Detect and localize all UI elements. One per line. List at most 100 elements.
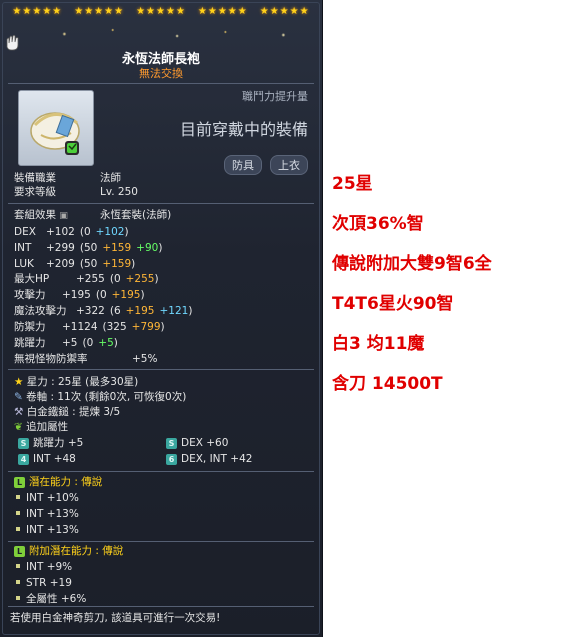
scroll-value: 11次 (剩餘0次, 可恢復0次) <box>57 391 187 403</box>
stat-close: ) <box>131 257 136 270</box>
combat-power-label: 職鬥力提升量 <box>242 90 308 103</box>
set-effect-label-text: 套組效果 <box>14 209 56 221</box>
extra-stat: 4 INT +48 <box>18 453 76 466</box>
stat-close: ) <box>124 226 129 238</box>
bullet-icon <box>16 511 20 515</box>
stat-base: (50 <box>79 241 98 254</box>
flame-tier-icon: S <box>18 437 29 449</box>
stat-total: +299 <box>46 241 75 254</box>
stat-label: DEX <box>14 226 36 238</box>
star-group: ★★★★★ <box>12 6 63 17</box>
stat-label: 最大HP <box>14 273 50 286</box>
stat-close: ) <box>160 320 165 333</box>
stat-total: +102 <box>46 226 75 238</box>
note-line: 次頂36%智 <box>332 214 424 234</box>
star-icon: ★ <box>14 376 24 388</box>
scroll-row: ✎ 卷軸 : 11次 (剩餘0次, 可恢復0次) <box>14 391 187 403</box>
potential-line-text: INT +10% <box>26 492 79 504</box>
note-line: 25星 <box>332 174 373 194</box>
divider <box>8 606 314 607</box>
bonus-potential-line: INT +9% <box>14 561 72 574</box>
footer-note: 若使用白金神奇剪刀, 該道具可進行一次交易! <box>10 612 221 624</box>
stat-base: (0 <box>109 273 121 286</box>
divider <box>8 369 314 370</box>
stat-close: ) <box>154 273 159 286</box>
stat-bonus: +159 <box>102 257 132 270</box>
stat-base: (6 <box>109 305 121 317</box>
item-image <box>18 90 94 166</box>
stat-label: LUK <box>14 257 34 270</box>
star-group: ★★★★★ <box>136 6 186 17</box>
hammer-value: 提煉 3/5 <box>78 406 121 418</box>
stat-label: 防禦力 <box>14 320 46 333</box>
stat-close: ) <box>140 289 145 302</box>
stat-row: INT +299 (50 +159 +90) <box>14 242 162 255</box>
stat-bonus: +5 <box>98 336 114 349</box>
stat-bonus: +799 <box>131 320 161 333</box>
hammer-row: ⚒ 白金鐵鎚 : 提煉 3/5 <box>14 406 121 418</box>
scroll-label: 卷軸 <box>26 391 48 403</box>
star-group: ★★★★★ <box>259 6 310 17</box>
extra-stat: S 跳躍力 +5 <box>18 437 83 450</box>
note-line: T4T6星火90智 <box>332 294 454 314</box>
equipped-status: 目前穿戴中的裝備 <box>179 120 308 139</box>
stat-base: (50 <box>79 257 98 270</box>
stat-row: 攻擊力 +195 (0 +195) <box>14 289 145 302</box>
job-value: 法師 <box>100 172 121 184</box>
extra-stat: S DEX +60 <box>166 437 228 450</box>
trade-status: 無法交換 <box>139 67 183 80</box>
bonus-potential-line-text: INT +9% <box>26 561 73 573</box>
tag-armor: 防具 <box>224 155 262 175</box>
stat-bonus: +195 <box>111 289 141 302</box>
bonus-potential-line-text: STR +19 <box>26 577 72 589</box>
divider <box>8 541 314 542</box>
stat-close: ) <box>158 241 163 254</box>
potential-label: 潛在能力 : 傳說 <box>29 476 103 488</box>
stat-base: (325 <box>102 320 127 333</box>
bonus-potential-label: 附加潛在能力 : 傳說 <box>29 545 124 557</box>
stat-total: +195 <box>62 289 91 302</box>
stat-label: 魔法攻擊力 <box>14 305 67 317</box>
star-group: ★★★★★ <box>197 6 248 17</box>
ignore-def-value: +5% <box>132 353 158 365</box>
job-row: 裝備職業 法師 <box>14 172 121 185</box>
stat-row: 最大HP +255 (0 +255) <box>14 273 159 286</box>
legendary-grade-icon: L <box>14 545 25 557</box>
bonus-potential-line: 全屬性 +6% <box>14 593 86 606</box>
hammer-icon: ⚒ <box>14 406 24 418</box>
stat-total: +255 <box>76 273 105 286</box>
bullet-icon <box>16 580 20 584</box>
stat-label: 攻擊力 <box>14 289 46 302</box>
stat-row: 魔法攻擊力 +322 (6 +195 +121) <box>14 305 192 318</box>
potential-line-text: INT +13% <box>26 524 79 536</box>
stat-label: INT <box>14 241 32 254</box>
stat-label: 跳躍力 <box>14 336 46 349</box>
divider <box>8 83 314 84</box>
stat-close: ) <box>188 305 193 317</box>
bullet-icon <box>16 495 20 499</box>
scroll-icon: ✎ <box>14 391 23 403</box>
hammer-label: 白金鐵鎚 <box>26 406 69 418</box>
star-force-row: ★ 星力 : 25星 (最多30星) <box>14 376 139 388</box>
bonus-potential-line-text: 全屬性 +6% <box>26 593 87 605</box>
stat-row: 跳躍力 +5 (0 +5) <box>14 337 118 350</box>
star-force-display: ★★★★★ ★★★★★ ★★★★★ ★★★★★ ★★★★★ <box>0 6 322 17</box>
flame-tier-icon: 4 <box>18 453 29 465</box>
stat-total: +1124 <box>62 320 98 333</box>
bonus-potential-line: STR +19 <box>14 577 72 590</box>
star-group: ★★★★★ <box>74 6 125 17</box>
potential-line: INT +10% <box>14 492 79 505</box>
bonus-potential-header: L 附加潛在能力 : 傳說 <box>14 545 123 558</box>
annotation-notes: 25星 次頂36%智 傳說附加大雙9智6全 T4T6星火90智 白3 均11魔 … <box>332 172 492 412</box>
flame-tier-icon: 6 <box>166 453 177 465</box>
extra-stat-text: DEX, INT +42 <box>181 453 253 465</box>
divider <box>8 471 314 472</box>
bullet-icon <box>16 527 20 531</box>
bullet-icon <box>16 596 20 600</box>
stat-total: +209 <box>46 257 75 270</box>
extra-stats-label: 追加屬性 <box>26 421 69 433</box>
sparkle-decoration <box>0 24 322 44</box>
potential-line-text: INT +13% <box>26 508 79 520</box>
legendary-grade-icon: L <box>14 476 25 488</box>
extra-stats-header: ❦ 追加屬性 <box>14 421 68 434</box>
